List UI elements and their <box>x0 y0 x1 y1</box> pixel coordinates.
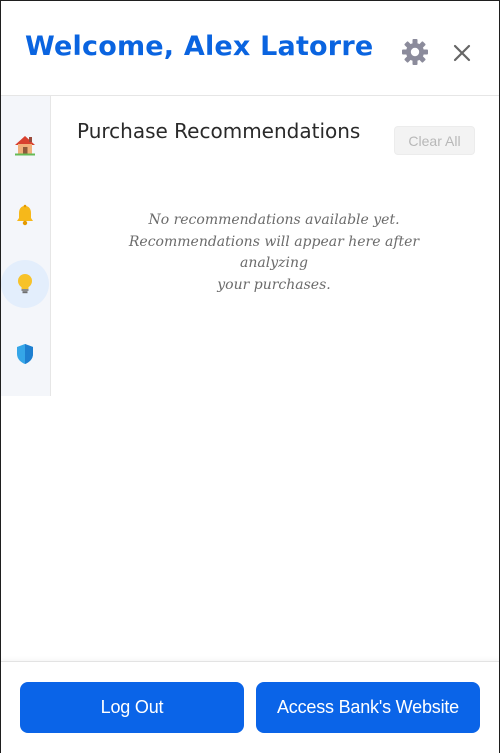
sidebar-item-recommendations[interactable] <box>1 260 49 308</box>
shield-icon <box>17 344 33 364</box>
sidebar-item-home[interactable] <box>1 121 49 169</box>
empty-state-line: your purchases. <box>217 276 331 293</box>
sidebar <box>1 96 51 396</box>
gear-icon[interactable] <box>400 37 430 67</box>
empty-state-line: No recommendations available yet. <box>148 212 400 228</box>
close-icon[interactable] <box>450 41 474 65</box>
access-bank-website-button[interactable]: Access Bank's Website <box>256 682 480 733</box>
sidebar-item-notifications[interactable] <box>1 191 49 239</box>
empty-state-line: Recommendations will appear here after a… <box>128 233 420 272</box>
logout-button[interactable]: Log Out <box>20 682 244 733</box>
app-window: Welcome, Alex Latorre Purchase Recommend… <box>0 0 500 753</box>
lightbulb-icon <box>18 274 32 294</box>
house-icon <box>15 136 35 156</box>
welcome-title: Welcome, Alex Latorre <box>25 31 374 62</box>
empty-state-message: No recommendations available yet. Recomm… <box>99 210 449 296</box>
clear-all-button[interactable]: Clear All <box>394 126 475 155</box>
sidebar-item-security[interactable] <box>1 330 49 378</box>
page-title: Purchase Recommendations <box>77 119 361 143</box>
bell-icon <box>17 204 33 226</box>
header: Welcome, Alex Latorre <box>1 1 499 96</box>
